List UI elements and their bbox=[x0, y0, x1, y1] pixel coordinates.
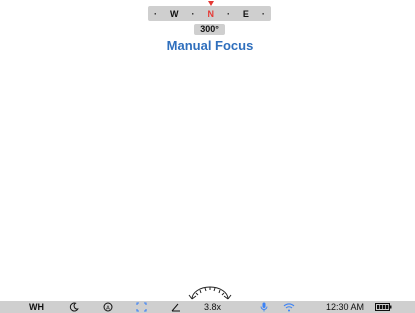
zoom-level[interactable]: 3.8x bbox=[204, 301, 221, 313]
svg-text:A: A bbox=[106, 305, 110, 311]
microphone-icon[interactable] bbox=[260, 301, 268, 313]
compass-tick: · bbox=[261, 8, 265, 19]
wifi-icon[interactable] bbox=[283, 301, 295, 313]
compass-pointer bbox=[208, 1, 214, 6]
compass-north: N bbox=[207, 8, 214, 19]
compass-tick: · bbox=[191, 8, 195, 19]
compass-tick: · bbox=[154, 8, 157, 19]
heading-badge: 300° bbox=[194, 24, 225, 35]
compass-west: W bbox=[169, 8, 179, 19]
focus-frame-icon[interactable] bbox=[136, 301, 147, 313]
compass-tick: · bbox=[226, 8, 230, 19]
focus-dial[interactable] bbox=[186, 283, 234, 301]
compass-east: E bbox=[242, 8, 249, 19]
auto-exposure-icon[interactable]: A bbox=[103, 301, 113, 313]
status-bar: WH A 3.8x 12:30 AM bbox=[0, 301, 415, 313]
camera-viewfinder: · W · N · E · 300° Manual Focus WH A 3.8… bbox=[0, 0, 415, 313]
clock-time: 12:30 AM bbox=[326, 302, 365, 312]
moon-icon[interactable] bbox=[69, 301, 79, 313]
angle-icon[interactable] bbox=[171, 301, 181, 313]
compass-strip: · W · N · E · bbox=[148, 1, 271, 21]
battery-icon bbox=[375, 301, 392, 313]
white-balance-label[interactable]: WH bbox=[29, 301, 44, 313]
focus-mode-label: Manual Focus bbox=[166, 38, 254, 53]
